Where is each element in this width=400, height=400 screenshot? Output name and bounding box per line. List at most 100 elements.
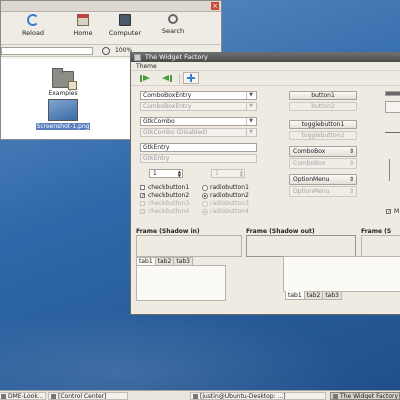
file-item-examples[interactable]: Examples xyxy=(41,68,85,97)
check-label: checkbutton2 xyxy=(148,192,190,199)
computer-button[interactable]: Computer xyxy=(105,14,145,37)
window-icon xyxy=(1,394,6,399)
file-manager-toolbar: Reload Home Computer Search xyxy=(1,12,221,45)
radio-label: radiobutton1 xyxy=(210,184,249,191)
goto-first-icon[interactable] xyxy=(140,74,152,83)
widget-toolbar xyxy=(131,71,400,86)
gtkcombo-disabled: GtkCombo (Disabled) ▼ xyxy=(140,128,257,137)
notebook-bottom-tabs: tab1 tab2 tab3 xyxy=(285,291,342,300)
location-field[interactable] xyxy=(1,47,93,55)
spinbutton[interactable]: 1 ▲ ▼ xyxy=(149,169,183,178)
zoom-out-icon[interactable] xyxy=(102,47,110,55)
button2-disabled: button2 xyxy=(289,102,357,111)
checkbutton4: ✓ checkbutton4 xyxy=(140,208,189,215)
radio-icon xyxy=(202,201,208,207)
radiobutton1[interactable]: radiobutton1 xyxy=(202,184,249,191)
checkbutton1[interactable]: checkbutton1 xyxy=(140,184,189,191)
checkbutton2[interactable]: ✓ checkbutton2 xyxy=(140,192,189,199)
spin-value: 1 xyxy=(153,170,157,177)
taskbar-item-terminal[interactable]: [justin@Ubuntu-Desktop: ...] xyxy=(190,392,326,400)
notebook-bottom-panel xyxy=(283,256,400,292)
optionmenu-value: OptionMenu xyxy=(293,188,330,195)
chevron-down-icon[interactable]: ▼ xyxy=(246,118,255,125)
spin-arrows-icon[interactable]: ▲ ▼ xyxy=(178,170,181,178)
radiobutton4: radiobutton4 xyxy=(202,208,249,215)
reload-icon xyxy=(27,14,39,26)
search-icon xyxy=(168,14,178,24)
image-thumbnail-icon xyxy=(48,99,78,121)
combo-text: GtkCombo xyxy=(143,118,175,125)
file-label: Screenshot-1.png xyxy=(35,123,91,130)
progressbar xyxy=(385,91,400,96)
window-menu-icon[interactable] xyxy=(134,54,141,61)
frame-third-label: Frame (S xyxy=(361,228,392,235)
gtkentry[interactable]: GtkEntry xyxy=(140,143,257,152)
hscale[interactable] xyxy=(385,132,400,133)
radio-selected-icon xyxy=(202,209,208,215)
home-label: Home xyxy=(73,29,93,37)
button1[interactable]: button1 xyxy=(289,91,357,100)
goto-last-icon[interactable] xyxy=(161,74,173,83)
combo-text: ComboBoxEntry xyxy=(143,92,192,99)
radiobutton2[interactable]: radiobutton2 xyxy=(202,192,249,199)
file-item-screenshot[interactable]: Screenshot-1.png xyxy=(29,99,97,130)
tab-3[interactable]: tab3 xyxy=(322,291,342,300)
tab-2[interactable]: tab2 xyxy=(303,291,324,300)
frame-shadow-in-label: Frame (Shadow in) xyxy=(136,228,200,235)
togglebutton1[interactable]: togglebutton1 xyxy=(289,120,357,129)
taskbar-item-widget-factory[interactable]: The Widget Factory xyxy=(330,392,400,400)
optionmenu[interactable]: OptionMenu ⇕ xyxy=(289,174,357,185)
check-label: M xyxy=(394,208,400,215)
spinbutton-disabled: 1 ▲ ▼ xyxy=(211,169,245,178)
radiobutton3: radiobutton3 xyxy=(202,200,249,207)
partial-checkbutton[interactable]: ✓ M xyxy=(386,208,399,215)
taskbar: DME-Look... [Control Center] [justin@Ubu… xyxy=(0,390,400,400)
combo-text: ComboBoxEntry xyxy=(143,103,192,110)
add-icon[interactable] xyxy=(183,72,199,84)
menu-theme[interactable]: Theme xyxy=(136,63,157,70)
combobox-value: ComboBox xyxy=(293,148,326,155)
radio-label: radiobutton4 xyxy=(210,208,249,215)
chevron-down-icon[interactable]: ▼ xyxy=(246,92,255,99)
spin-arrows-icon: ▲ ▼ xyxy=(239,169,243,178)
updown-arrow-icon: ⇕ xyxy=(348,176,354,183)
computer-icon xyxy=(119,14,131,26)
gtkentry-disabled: GtkEntry xyxy=(140,154,257,163)
checkbox-icon xyxy=(140,185,145,190)
file-manager-titlebar[interactable]: × xyxy=(1,1,221,12)
combobox-disabled: ComboBox ⇕ xyxy=(289,158,357,169)
updown-arrow-icon: ⇕ xyxy=(348,148,354,155)
comboboxentry[interactable]: ComboBoxEntry ▼ xyxy=(140,91,257,100)
taskbar-item-look[interactable]: DME-Look... xyxy=(0,392,46,400)
check-label: checkbutton4 xyxy=(148,208,190,215)
reload-button[interactable]: Reload xyxy=(13,14,53,37)
toolbar-separator xyxy=(179,74,180,84)
spin-value: 1 xyxy=(215,170,219,177)
combobox[interactable]: ComboBox ⇕ xyxy=(289,146,357,157)
task-label: [justin@Ubuntu-Desktop: ...] xyxy=(200,393,286,400)
home-button[interactable]: Home xyxy=(63,14,103,37)
search-button[interactable]: Search xyxy=(153,14,193,35)
comboboxentry-disabled: ComboBoxEntry ▼ xyxy=(140,102,257,111)
progress-fill xyxy=(386,92,400,95)
task-label: DME-Look... xyxy=(8,393,44,400)
radio-icon xyxy=(202,185,208,191)
widget-factory-titlebar[interactable]: The Widget Factory xyxy=(131,53,400,62)
updown-arrow-icon: ⇕ xyxy=(348,188,354,195)
radio-selected-icon xyxy=(202,193,208,199)
chevron-down-icon: ▼ xyxy=(246,103,255,110)
vscale[interactable] xyxy=(389,159,390,181)
combo-text: GtkCombo (Disabled) xyxy=(143,129,208,136)
checkbox-icon xyxy=(140,201,145,206)
window-icon xyxy=(333,394,338,399)
tab-1[interactable]: tab1 xyxy=(285,291,305,300)
gtkcombo[interactable]: GtkCombo ▼ xyxy=(140,117,257,126)
window-title: The Widget Factory xyxy=(145,53,208,61)
close-icon[interactable]: × xyxy=(211,2,219,10)
widget-factory-window: The Widget Factory Theme ComboBoxEntry ▼… xyxy=(130,52,400,315)
taskbar-item-control-center[interactable]: [Control Center] xyxy=(48,392,128,400)
home-icon xyxy=(77,14,89,26)
reload-label: Reload xyxy=(21,29,45,37)
progressbar-2 xyxy=(385,101,400,113)
computer-label: Computer xyxy=(108,29,142,37)
